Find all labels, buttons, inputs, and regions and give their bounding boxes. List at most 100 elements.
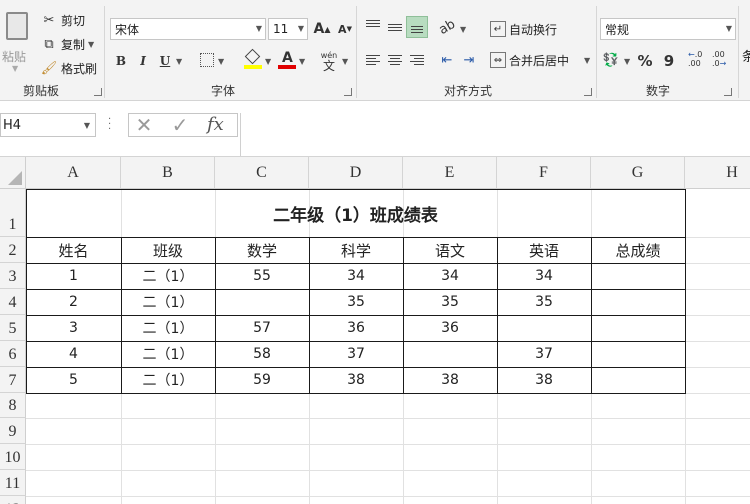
column-header-d[interactable]: D [309, 157, 403, 189]
font-launcher-icon[interactable] [344, 88, 352, 96]
formula-bar-grip-icon[interactable]: · · · [108, 115, 112, 135]
header-cell[interactable]: 姓名 [26, 237, 121, 263]
column-header-a[interactable]: A [26, 157, 121, 189]
currency-icon[interactable]: 💱 [602, 51, 620, 69]
increase-indent-icon[interactable]: ⇥ [460, 51, 478, 69]
number-launcher-icon[interactable] [724, 88, 732, 96]
orientation-dropdown-icon[interactable]: ▼ [460, 25, 466, 34]
conditional-format-label[interactable]: 条 [742, 46, 750, 65]
enter-icon[interactable]: ✓ [171, 113, 189, 137]
data-cell[interactable]: 二（1） [121, 315, 215, 341]
data-cell[interactable]: 二（1） [121, 367, 215, 393]
header-cell[interactable]: 英语 [497, 237, 591, 263]
align-center-icon[interactable] [384, 49, 406, 71]
underline-dropdown-icon[interactable]: ▼ [176, 57, 182, 66]
data-cell[interactable]: 36 [309, 315, 403, 341]
data-cell[interactable] [591, 289, 685, 315]
comma-button[interactable]: 9 [658, 50, 680, 72]
data-cell[interactable]: 37 [309, 341, 403, 367]
column-header-f[interactable]: F [497, 157, 591, 189]
data-cell[interactable] [591, 341, 685, 367]
data-cell[interactable]: 58 [215, 341, 309, 367]
data-cell[interactable]: 二（1） [121, 341, 215, 367]
grow-font-icon[interactable]: A ▲ [311, 18, 333, 40]
underline-button[interactable]: U [154, 50, 176, 72]
clipboard-launcher-icon[interactable] [94, 88, 102, 96]
column-header-b[interactable]: B [121, 157, 215, 189]
phonetic-dropdown-icon[interactable]: ▼ [342, 57, 348, 66]
phonetic-icon[interactable]: wén 文 [318, 49, 340, 72]
data-cell[interactable]: 57 [215, 315, 309, 341]
percent-button[interactable]: % [634, 50, 656, 72]
data-cell[interactable]: 1 [26, 263, 121, 289]
data-cell[interactable]: 5 [26, 367, 121, 393]
header-cell[interactable]: 科学 [309, 237, 403, 263]
header-cell[interactable]: 总成绩 [591, 237, 685, 263]
data-cell[interactable]: 38 [403, 367, 497, 393]
orientation-icon[interactable]: ab [435, 15, 460, 40]
font-size-select[interactable]: 11 ▼ [268, 18, 308, 40]
data-cell[interactable] [591, 315, 685, 341]
row-header-3[interactable]: 3 [0, 263, 26, 289]
decrease-indent-icon[interactable]: ⇤ [438, 51, 456, 69]
font-name-select[interactable]: 宋体 ▼ [110, 18, 266, 40]
row-header-2[interactable]: 2 [0, 237, 26, 263]
paste-button[interactable]: 粘贴 ▼ [2, 8, 30, 78]
fill-color-icon[interactable] [244, 48, 262, 70]
column-header-h[interactable]: H [685, 157, 750, 189]
data-cell[interactable] [591, 367, 685, 393]
select-all-button[interactable] [0, 157, 26, 189]
data-cell[interactable]: 34 [497, 263, 591, 289]
row-header-10[interactable]: 10 [0, 444, 26, 470]
data-cell[interactable]: 38 [497, 367, 591, 393]
row-header-7[interactable]: 7 [0, 367, 26, 393]
cancel-icon[interactable]: ✕ [135, 113, 153, 137]
row-header-4[interactable]: 4 [0, 289, 26, 315]
data-cell[interactable]: 二（1） [121, 289, 215, 315]
bold-button[interactable]: B [110, 50, 132, 72]
align-top-icon[interactable] [362, 16, 384, 38]
copy-button[interactable]: ⧉ 复制 ▼ [40, 34, 94, 54]
align-left-icon[interactable] [362, 49, 384, 71]
header-cell[interactable]: 语文 [403, 237, 497, 263]
row-header-12[interactable]: 12 [0, 496, 26, 504]
row-header-9[interactable]: 9 [0, 418, 26, 444]
data-cell[interactable]: 35 [309, 289, 403, 315]
formula-input[interactable] [240, 113, 750, 156]
row-header-8[interactable]: 8 [0, 393, 26, 418]
currency-dropdown-icon[interactable]: ▼ [624, 57, 630, 66]
data-cell[interactable] [497, 315, 591, 341]
format-painter-button[interactable]: 🖌 格式刷 [40, 58, 97, 78]
align-right-icon[interactable] [406, 49, 428, 71]
data-cell[interactable]: 38 [309, 367, 403, 393]
merge-center-button[interactable]: ⇔ 合并后居中 ▼ [490, 50, 590, 70]
name-box[interactable]: H4 ▼ [0, 113, 96, 137]
border-icon[interactable] [200, 53, 214, 67]
column-header-c[interactable]: C [215, 157, 309, 189]
align-bottom-icon[interactable] [406, 16, 428, 38]
data-cell[interactable]: 34 [309, 263, 403, 289]
data-cell[interactable]: 2 [26, 289, 121, 315]
data-cell[interactable] [215, 289, 309, 315]
increase-decimal-icon[interactable]: ←.0.00 [688, 50, 710, 72]
data-cell[interactable]: 59 [215, 367, 309, 393]
alignment-launcher-icon[interactable] [584, 88, 592, 96]
wrap-text-button[interactable]: ↵ 自动换行 [490, 19, 557, 39]
fill-color-dropdown-icon[interactable]: ▼ [265, 57, 271, 66]
data-cell[interactable]: 二（1） [121, 263, 215, 289]
row-header-11[interactable]: 11 [0, 470, 26, 496]
row-header-6[interactable]: 6 [0, 341, 26, 367]
header-cell[interactable]: 数学 [215, 237, 309, 263]
border-dropdown-icon[interactable]: ▼ [218, 57, 224, 66]
data-cell[interactable]: 35 [497, 289, 591, 315]
font-color-dropdown-icon[interactable]: ▼ [299, 57, 305, 66]
data-cell[interactable]: 4 [26, 341, 121, 367]
data-cell[interactable]: 55 [215, 263, 309, 289]
header-cell[interactable]: 班级 [121, 237, 215, 263]
row-header-1[interactable]: 1 [0, 189, 26, 237]
data-cell[interactable]: 37 [497, 341, 591, 367]
data-cell[interactable]: 35 [403, 289, 497, 315]
row-header-5[interactable]: 5 [0, 315, 26, 341]
cut-button[interactable]: ✂ 剪切 [40, 10, 85, 30]
data-cell[interactable] [403, 341, 497, 367]
